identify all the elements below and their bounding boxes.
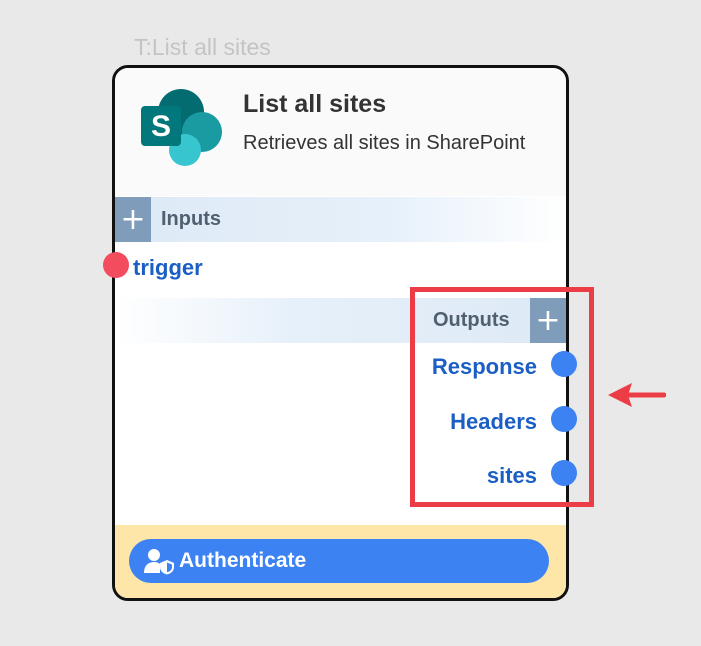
sharepoint-logo-icon: S (141, 89, 222, 166)
trigger-input-port[interactable] (103, 252, 129, 278)
user-shield-icon (144, 549, 174, 575)
add-input-button[interactable]: + (115, 197, 151, 242)
left-arrow-icon (608, 383, 666, 407)
node-description: Retrieves all sites in SharePoint (243, 132, 526, 154)
inputs-section-label: Inputs (161, 208, 221, 230)
workflow-canvas[interactable]: T:List all sites S List all sites Retrie… (0, 0, 701, 646)
auth-section: Authenticate (115, 525, 566, 598)
inputs-section-header: + Inputs (115, 197, 566, 242)
outputs-highlight-box (410, 287, 594, 507)
node-tag-label: T:List all sites (134, 34, 271, 60)
authenticate-label: Authenticate (179, 549, 307, 572)
svg-text:S: S (151, 110, 171, 143)
node-header: S List all sites Retrieves all sites in … (115, 68, 566, 196)
input-trigger-label: trigger (133, 255, 203, 280)
node-title: List all sites (243, 90, 387, 118)
authenticate-button[interactable]: Authenticate (129, 539, 549, 583)
